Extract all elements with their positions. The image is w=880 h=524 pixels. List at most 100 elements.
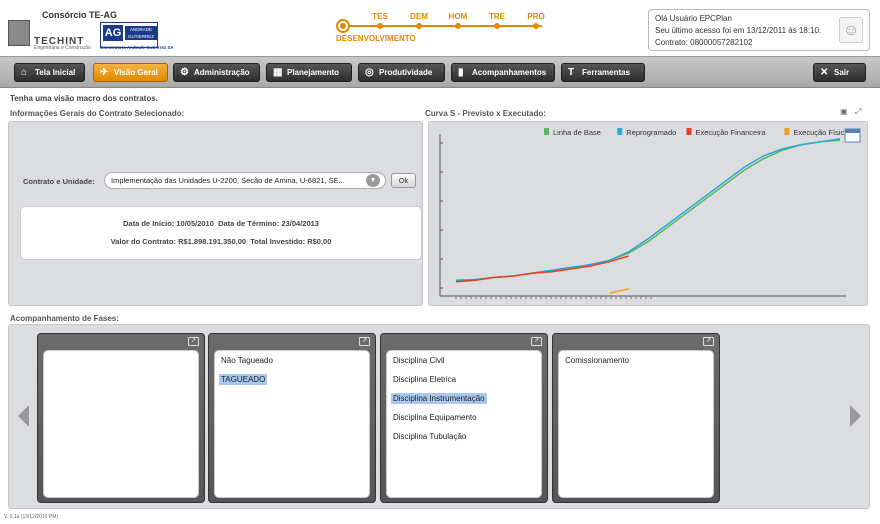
techint-logo-subtitle: Engenharia e Construção <box>34 45 91 51</box>
ag-logo-letters: AG <box>103 25 123 41</box>
last-access-text: Seu último acesso foi em 13/12/2011 às 1… <box>655 26 822 35</box>
phase-step-label: TES <box>372 12 388 21</box>
phase-card-list: Disciplina Civil Disciplina Eletrica Disci… <box>386 350 542 498</box>
phase-card-list: Comissionamento <box>558 350 714 498</box>
legend-label: Execução Física <box>793 128 849 137</box>
contract-dates-row: Data de Início: 10/05/2010 Data de Térmi… <box>21 219 421 228</box>
phases-section-title: Acompanhamento de Fases: <box>10 314 119 323</box>
arrow-left-icon[interactable] <box>18 405 29 427</box>
series-line <box>609 288 629 294</box>
phase-list-item[interactable]: Disciplina Tubulação <box>391 431 468 442</box>
nav-label: Administração <box>194 68 250 77</box>
end-date: Data de Término: 23/04/2013 <box>218 219 319 228</box>
series-line <box>455 255 630 283</box>
phase-list-item[interactable]: Disciplina Equipamento <box>391 412 479 423</box>
home-icon: ⌂ <box>21 67 28 78</box>
phase-step-dot <box>494 23 500 29</box>
contract-number: Contrato: 08000057282102 <box>655 38 753 47</box>
chart-circle-icon: ◎ <box>365 67 374 78</box>
contract-unit-label: Contrato e Unidade: <box>23 177 95 186</box>
legend-label: Reprogramado <box>626 128 676 137</box>
close-icon: ✕ <box>820 67 829 78</box>
series-line <box>455 139 841 282</box>
page-intro-text: Tenha uma visão macro dos contratos. <box>10 94 158 103</box>
calendar-icon-header <box>845 129 860 133</box>
nav-sair-button[interactable]: ✕ Sair <box>813 63 866 82</box>
legend-label: Execução Financeira <box>696 128 767 137</box>
user-info-box: Olá Usuário EPCPlan Seu último acesso fo… <box>648 9 870 51</box>
contract-unit-select[interactable]: Implementação das Unidades U-2200, Secão… <box>104 172 386 189</box>
phase-timeline-line <box>342 25 542 27</box>
ag-logo-subtitle: Construtora Andrade Gutierrez SA <box>100 45 174 50</box>
total-invested: Total Investido: R$0,00 <box>250 237 332 246</box>
phase-step-dot <box>533 23 539 29</box>
phase-step-dot <box>377 23 383 29</box>
phase-step-label: DEM <box>410 12 428 21</box>
phase-step-label: PRO <box>527 12 545 21</box>
export-icon[interactable]: ▣ <box>840 107 848 116</box>
phase-list-item[interactable]: Comissionamento <box>563 355 631 366</box>
phase-step-label: HOM <box>448 12 468 21</box>
arrow-right-icon[interactable] <box>850 405 861 427</box>
nav-label: Visão Geral <box>114 68 158 77</box>
nav-label: Tela Inicial <box>35 68 76 77</box>
hammer-icon: T <box>568 67 575 78</box>
expand-chart-icon[interactable]: ⤢ <box>855 107 861 117</box>
gear-icon: ⚙ <box>180 67 189 78</box>
nav-label: Acompanhamentos <box>472 68 547 77</box>
start-date: Data de Início: 10/05/2010 <box>123 219 214 228</box>
nav-acompanhamentos-button[interactable]: ▮ Acompanhamentos <box>451 63 555 82</box>
chevron-down-icon[interactable]: ▼ <box>366 174 380 187</box>
version-text: V. 0.1a (13/12/2010 PM) <box>4 514 59 520</box>
nav-label: Produtividade <box>379 68 433 77</box>
consortium-title: Consórcio TE-AG <box>42 10 118 20</box>
chart-title: Curva S - Previsto x Executado: <box>425 109 546 118</box>
phase-card: ↗ Comissionamento <box>552 333 720 503</box>
scurve-chart: Linha de Base Reprogramado Execução Financ… <box>439 128 861 299</box>
expand-icon[interactable]: ↗ <box>188 337 199 346</box>
expand-icon[interactable]: ↗ <box>531 337 542 346</box>
phase-step-dot <box>455 23 461 29</box>
document-icon: ▮ <box>458 67 464 78</box>
phase-list-item[interactable]: Disciplina Civil <box>391 355 447 366</box>
legend-swatch <box>544 128 549 135</box>
phase-list-item[interactable]: Disciplina Eletrica <box>391 374 458 385</box>
info-section-title: Informações Gerais do Contrato Seleciona… <box>10 109 185 118</box>
contract-details-box: Data de Início: 10/05/2010 Data de Térmi… <box>20 206 422 260</box>
phase-card-list: Não Tagueado TAGUEADO <box>214 350 370 498</box>
techint-logo-mark <box>8 20 30 46</box>
nav-planejamento-button[interactable]: ▦ Planejamento <box>266 63 352 82</box>
expand-icon[interactable]: ↗ <box>703 337 714 346</box>
legend-label: Linha de Base <box>553 128 601 137</box>
user-greeting: Olá Usuário EPCPlan <box>655 14 732 23</box>
nav-produtividade-button[interactable]: ◎ Produtividade <box>358 63 445 82</box>
phase-card: ↗ Não Tagueado TAGUEADO <box>208 333 376 503</box>
phase-step-label: TRE <box>489 12 505 21</box>
main-navbar: ⌂ Tela Inicial ✈ Visão Geral ⚙ Administraçã… <box>0 56 880 88</box>
phase-card-list <box>43 350 199 498</box>
nav-administracao-button[interactable]: ⚙ Administração <box>173 63 260 82</box>
phase-current-label: DESENVOLVIMENTO <box>336 34 416 43</box>
telescope-icon: ✈ <box>100 67 109 78</box>
legend-swatch <box>617 128 623 135</box>
phase-list-item[interactable]: Disciplina Instrumentação <box>391 393 487 404</box>
legend-swatch <box>784 128 790 135</box>
ag-logo-name: ANDRADE GUTIERREZ <box>125 26 157 40</box>
nav-label: Ferramentas <box>582 68 631 77</box>
phase-current-dot <box>340 23 346 29</box>
contract-values-row: Valor do Contrato: R$1.898.191.350,00 To… <box>21 237 421 246</box>
nav-tela-inicial-button[interactable]: ⌂ Tela Inicial <box>14 63 85 82</box>
expand-icon[interactable]: ↗ <box>359 337 370 346</box>
nav-label: Planejamento <box>287 68 340 77</box>
legend-swatch <box>686 128 692 135</box>
phase-list-item[interactable]: Não Tagueado <box>219 355 275 366</box>
nav-visao-geral-button[interactable]: ✈ Visão Geral <box>93 63 168 82</box>
phase-card: ↗ Disciplina Civil Disciplina Eletrica Disc… <box>380 333 548 503</box>
nav-ferramentas-button[interactable]: T Ferramentas <box>561 63 645 82</box>
ok-button[interactable]: Ok <box>391 173 416 188</box>
map-icon: ▦ <box>273 67 283 78</box>
nav-label: Sair <box>834 68 850 77</box>
phase-step-dot <box>416 23 422 29</box>
user-avatar-icon[interactable]: ☺ <box>839 17 863 43</box>
phase-list-item[interactable]: TAGUEADO <box>219 374 268 385</box>
